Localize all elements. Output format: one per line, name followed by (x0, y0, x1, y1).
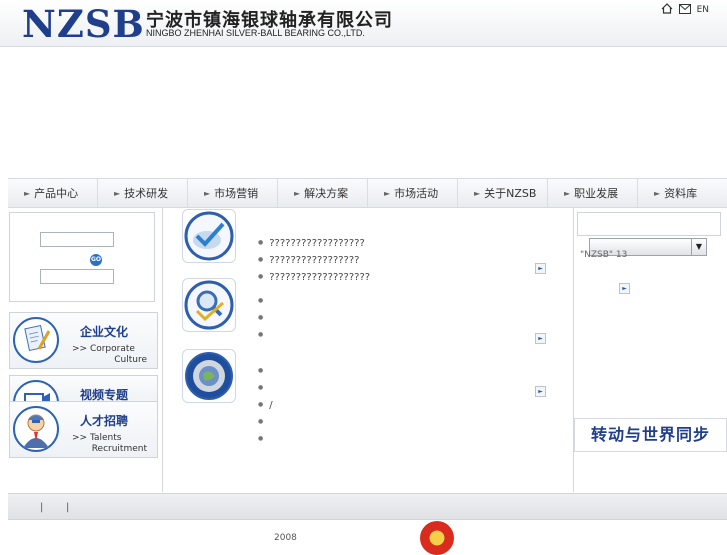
footer-divider: | (40, 502, 44, 513)
language-link[interactable]: EN (697, 5, 709, 15)
footer-divider: | (66, 502, 70, 513)
police-emblem-icon[interactable] (420, 521, 454, 555)
list-item[interactable] (258, 296, 269, 307)
nav-item-rnd[interactable]: ► 技术研发 (98, 179, 188, 207)
arrow-icon: ► (654, 188, 661, 198)
arrow-icon: ► (24, 188, 31, 198)
top-icons: EN (661, 3, 709, 17)
list-item[interactable]: ??????????????????? (258, 272, 370, 283)
nav-item-products[interactable]: ► 产品中心 (8, 179, 98, 207)
promo-title: 企业文化 (80, 325, 129, 339)
list-item[interactable] (258, 434, 269, 445)
copyright-year: 2008 (274, 533, 297, 543)
promo-subtitle: >> Talents (72, 433, 122, 443)
nav-item-events[interactable]: ► 市场活动 (368, 179, 458, 207)
logo[interactable]: NZSB (22, 2, 145, 46)
list-item[interactable]: / (258, 400, 272, 411)
nav-item-library[interactable]: ► 资料库 (638, 179, 727, 207)
nav-item-about[interactable]: ► 关于NZSB (458, 179, 548, 207)
company-name-en: NINGBO ZHENHAI SILVER-BALL BEARING CO.,L… (146, 28, 365, 38)
promo-title: 人才招聘 (80, 414, 129, 428)
document-pen-icon (13, 317, 59, 363)
nav-item-careers[interactable]: ► 职业发展 (548, 179, 638, 207)
list-item[interactable]: ????????????????? (258, 255, 359, 266)
site-select[interactable]: "NZSB" 13 ▼ (580, 238, 707, 260)
globe-check-icon (182, 209, 236, 263)
list-item[interactable] (258, 330, 269, 341)
password-input[interactable] (40, 269, 114, 284)
footer-bar (8, 493, 727, 520)
go-button[interactable]: GO (90, 254, 102, 266)
slogan-banner: 转动与世界同步 (574, 418, 727, 452)
main-nav: ► 产品中心 ► 技术研发 ► 市场营销 ► 解决方案 ► 市场活动 ► 关于NZSB ► 职… (8, 178, 727, 208)
chevron-down-icon[interactable]: ▼ (691, 239, 706, 255)
arrow-icon: ► (564, 188, 571, 198)
person-icon (13, 406, 59, 452)
site-select-value: "NZSB" 13 (580, 250, 628, 260)
more-arrow-icon[interactable]: ► (535, 333, 546, 344)
arrow-icon: ► (294, 188, 301, 198)
more-arrow-icon[interactable]: ► (535, 263, 546, 274)
arrow-icon: ► (384, 188, 391, 198)
list-item[interactable] (258, 366, 269, 377)
list-item[interactable]: ?????????????????? (258, 238, 365, 249)
arrow-icon: ► (474, 188, 481, 198)
login-box (9, 212, 155, 302)
magnifier-check-icon (182, 278, 236, 332)
home-icon[interactable] (661, 3, 673, 17)
username-input[interactable] (40, 232, 114, 247)
promo-corporate-culture[interactable]: 企业文化 >> Corporate Culture (9, 312, 158, 369)
promo-subtitle-2: Recruitment (91, 444, 147, 454)
promo-subtitle: >> Corporate (72, 344, 135, 354)
more-arrow-icon[interactable]: ► (619, 283, 630, 294)
nav-item-solutions[interactable]: ► 解决方案 (278, 179, 368, 207)
promo-talents[interactable]: 人才招聘 >> Talents Recruitment (9, 401, 158, 458)
arrow-icon: ► (204, 188, 211, 198)
list-item[interactable] (258, 417, 269, 428)
mail-icon[interactable] (678, 3, 691, 17)
arrow-icon: ► (114, 188, 121, 198)
right-header-box (577, 212, 721, 236)
list-item[interactable] (258, 313, 269, 324)
list-item[interactable] (258, 383, 269, 394)
nav-item-marketing[interactable]: ► 市场营销 (188, 179, 278, 207)
promo-subtitle-2: Culture (114, 355, 147, 365)
more-arrow-icon[interactable]: ► (535, 386, 546, 397)
bearing-globe-icon (182, 349, 236, 403)
